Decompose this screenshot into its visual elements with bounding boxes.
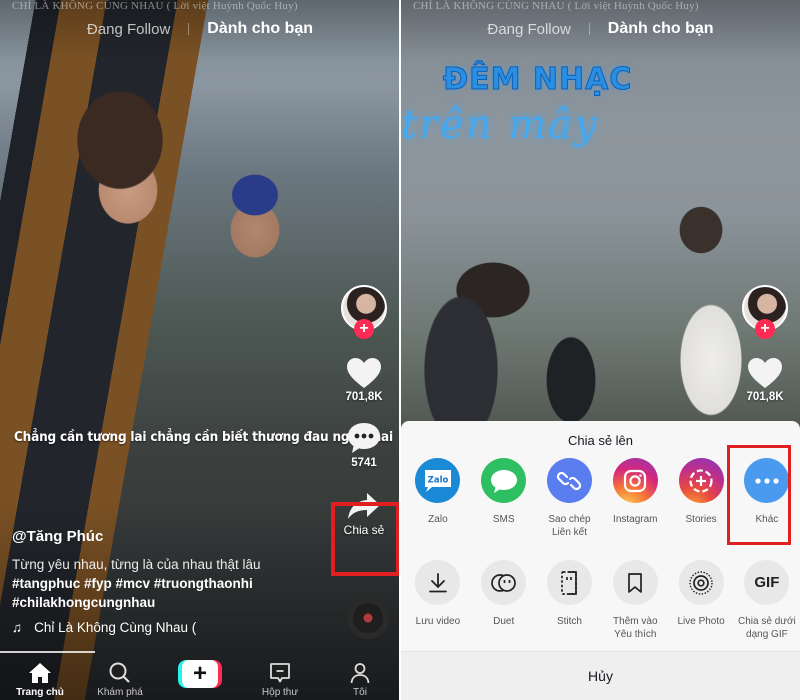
home-icon bbox=[29, 663, 51, 683]
nav-home-label: Trang chủ bbox=[16, 687, 64, 698]
live-photo-icon bbox=[678, 560, 724, 605]
music-row[interactable]: ♫ Chỉ Là Không Cùng Nhau ( bbox=[12, 620, 312, 635]
comment-button[interactable]: 5741 bbox=[346, 421, 382, 469]
nav-profile[interactable]: Tôi bbox=[325, 662, 395, 698]
like-count: 701,8K bbox=[345, 391, 383, 403]
like-count: 701,8K bbox=[746, 391, 784, 403]
action-duet-label: Duet bbox=[493, 616, 515, 627]
tab-following[interactable]: Đang Follow bbox=[487, 21, 570, 38]
event-title-line-1: ĐÊM NHẠC bbox=[442, 62, 633, 98]
bookmark-icon bbox=[612, 560, 658, 605]
svg-text:Zalo: Zalo bbox=[428, 475, 449, 485]
nav-discover[interactable]: Khám phá bbox=[85, 662, 155, 698]
heart-icon bbox=[347, 358, 381, 388]
action-stitch[interactable]: Stitch bbox=[537, 560, 603, 641]
inbox-icon bbox=[270, 663, 290, 683]
share-copy-link[interactable]: Sao chép Liên kết bbox=[537, 458, 603, 539]
follow-plus-icon[interactable]: + bbox=[755, 319, 775, 339]
sms-icon bbox=[481, 458, 527, 503]
like-button[interactable]: 701,8K bbox=[746, 357, 784, 403]
share-sms[interactable]: SMS bbox=[471, 458, 537, 539]
action-live-photo-label: Live Photo bbox=[677, 616, 725, 627]
lyric-watermark: CHỈ LÀ KHÔNG CÙNG NHAU ( Lời việt Huỳnh … bbox=[413, 0, 699, 12]
nav-discover-label: Khám phá bbox=[97, 687, 143, 698]
feed-tabs: Đang Follow Dành cho bạn bbox=[0, 20, 400, 38]
username[interactable]: @Tăng Phúc bbox=[12, 528, 312, 545]
share-sms-label: SMS bbox=[492, 514, 515, 525]
more-option-highlight bbox=[727, 445, 791, 545]
share-actions-row: Lưu video Duet Stitch Thêm vàoYêu thích bbox=[405, 560, 800, 641]
share-button-highlight bbox=[331, 502, 400, 576]
bottom-nav: Trang chủ Khám phá + Hộp thư Tôi bbox=[0, 652, 400, 700]
zalo-icon: Zalo bbox=[415, 458, 461, 503]
share-stories-label: Stories bbox=[685, 514, 717, 525]
follow-plus-icon[interactable]: + bbox=[354, 319, 374, 339]
profile-icon bbox=[350, 663, 370, 684]
post-info: @Tăng Phúc Từng yêu nhau, từng là của nh… bbox=[12, 528, 312, 635]
action-live-photo[interactable]: Live Photo bbox=[668, 560, 734, 641]
tab-divider bbox=[188, 23, 190, 35]
share-zalo[interactable]: Zalo Zalo bbox=[405, 458, 471, 539]
create-plus-icon: + bbox=[178, 660, 222, 688]
stories-icon bbox=[678, 458, 724, 503]
left-screen-video-feed: CHỈ LÀ KHÔNG CÙNG NHAU ( Lời việt Huỳnh … bbox=[0, 0, 400, 700]
hashtags-line-2[interactable]: #chilakhongcungnhau bbox=[12, 593, 312, 612]
download-icon bbox=[415, 560, 461, 605]
heart-icon bbox=[748, 358, 782, 388]
lyric-watermark: CHỈ LÀ KHÔNG CÙNG NHAU ( Lời việt Huỳnh … bbox=[12, 0, 298, 12]
hashtags-line-1[interactable]: #tangphuc #fyp #mcv #truongthaonhi bbox=[12, 574, 312, 593]
cancel-button[interactable]: Hủy bbox=[401, 652, 800, 700]
share-instagram[interactable]: Instagram bbox=[602, 458, 668, 539]
search-icon bbox=[109, 662, 130, 683]
nav-create[interactable]: + bbox=[165, 660, 235, 698]
comment-count: 5741 bbox=[351, 457, 377, 469]
action-save-video-label: Lưu video bbox=[415, 616, 461, 627]
nav-inbox-label: Hộp thư bbox=[261, 687, 299, 698]
tab-following[interactable]: Đang Follow bbox=[87, 21, 170, 38]
tab-for-you[interactable]: Dành cho bạn bbox=[207, 20, 313, 38]
action-rail: + 701,8K 5741 Chia sẻ bbox=[334, 285, 394, 537]
share-zalo-label: Zalo bbox=[428, 514, 448, 525]
share-copy-link-label: Sao chép Liên kết bbox=[548, 514, 591, 538]
instagram-icon bbox=[612, 458, 658, 503]
creator-avatar[interactable]: + bbox=[742, 285, 788, 339]
tab-for-you[interactable]: Dành cho bạn bbox=[608, 20, 714, 38]
action-save-video[interactable]: Lưu video bbox=[405, 560, 471, 641]
creator-avatar[interactable]: + bbox=[341, 285, 387, 339]
feed-tabs: Đang Follow Dành cho bạn bbox=[401, 20, 800, 38]
event-title-line-2: trên mây bbox=[401, 102, 599, 148]
music-title: Chỉ Là Không Cùng Nhau ( bbox=[34, 620, 197, 635]
gif-icon: GIF bbox=[744, 560, 790, 605]
nav-inbox[interactable]: Hộp thư bbox=[245, 662, 315, 698]
action-add-favorites[interactable]: Thêm vào Yêu thích bbox=[602, 560, 668, 641]
like-button[interactable]: 701,8K bbox=[345, 357, 383, 403]
action-rail: + 701,8K bbox=[735, 285, 795, 403]
action-share-gif[interactable]: GIF Chia sẻ dưới dạng GIF bbox=[734, 560, 800, 641]
link-icon bbox=[546, 458, 592, 503]
comment-icon bbox=[348, 423, 380, 453]
action-add-favorites-label: Thêm vào Yêu thích bbox=[613, 616, 658, 640]
share-sheet: Chia sẻ lên Zalo Zalo SMS Sao chép Liên k… bbox=[401, 421, 800, 700]
music-disc-icon[interactable] bbox=[347, 597, 389, 639]
nav-home[interactable]: Trang chủ bbox=[5, 662, 75, 698]
right-screen-share-sheet: CHỈ LÀ KHÔNG CÙNG NHAU ( Lời việt Huỳnh … bbox=[401, 0, 800, 700]
duet-icon bbox=[481, 560, 527, 605]
action-share-gif-label: Chia sẻ dưới dạng GIF bbox=[738, 616, 796, 640]
music-note-icon: ♫ bbox=[12, 620, 23, 635]
action-stitch-label: Stitch bbox=[556, 616, 582, 627]
post-description: Từng yêu nhau, từng là của nhau thật lâu bbox=[12, 557, 261, 572]
share-stories[interactable]: Stories bbox=[668, 458, 734, 539]
nav-profile-label: Tôi bbox=[353, 687, 367, 698]
stitch-icon bbox=[546, 560, 592, 605]
share-instagram-label: Instagram bbox=[613, 514, 658, 525]
action-duet[interactable]: Duet bbox=[471, 560, 537, 641]
tab-divider bbox=[588, 23, 590, 35]
